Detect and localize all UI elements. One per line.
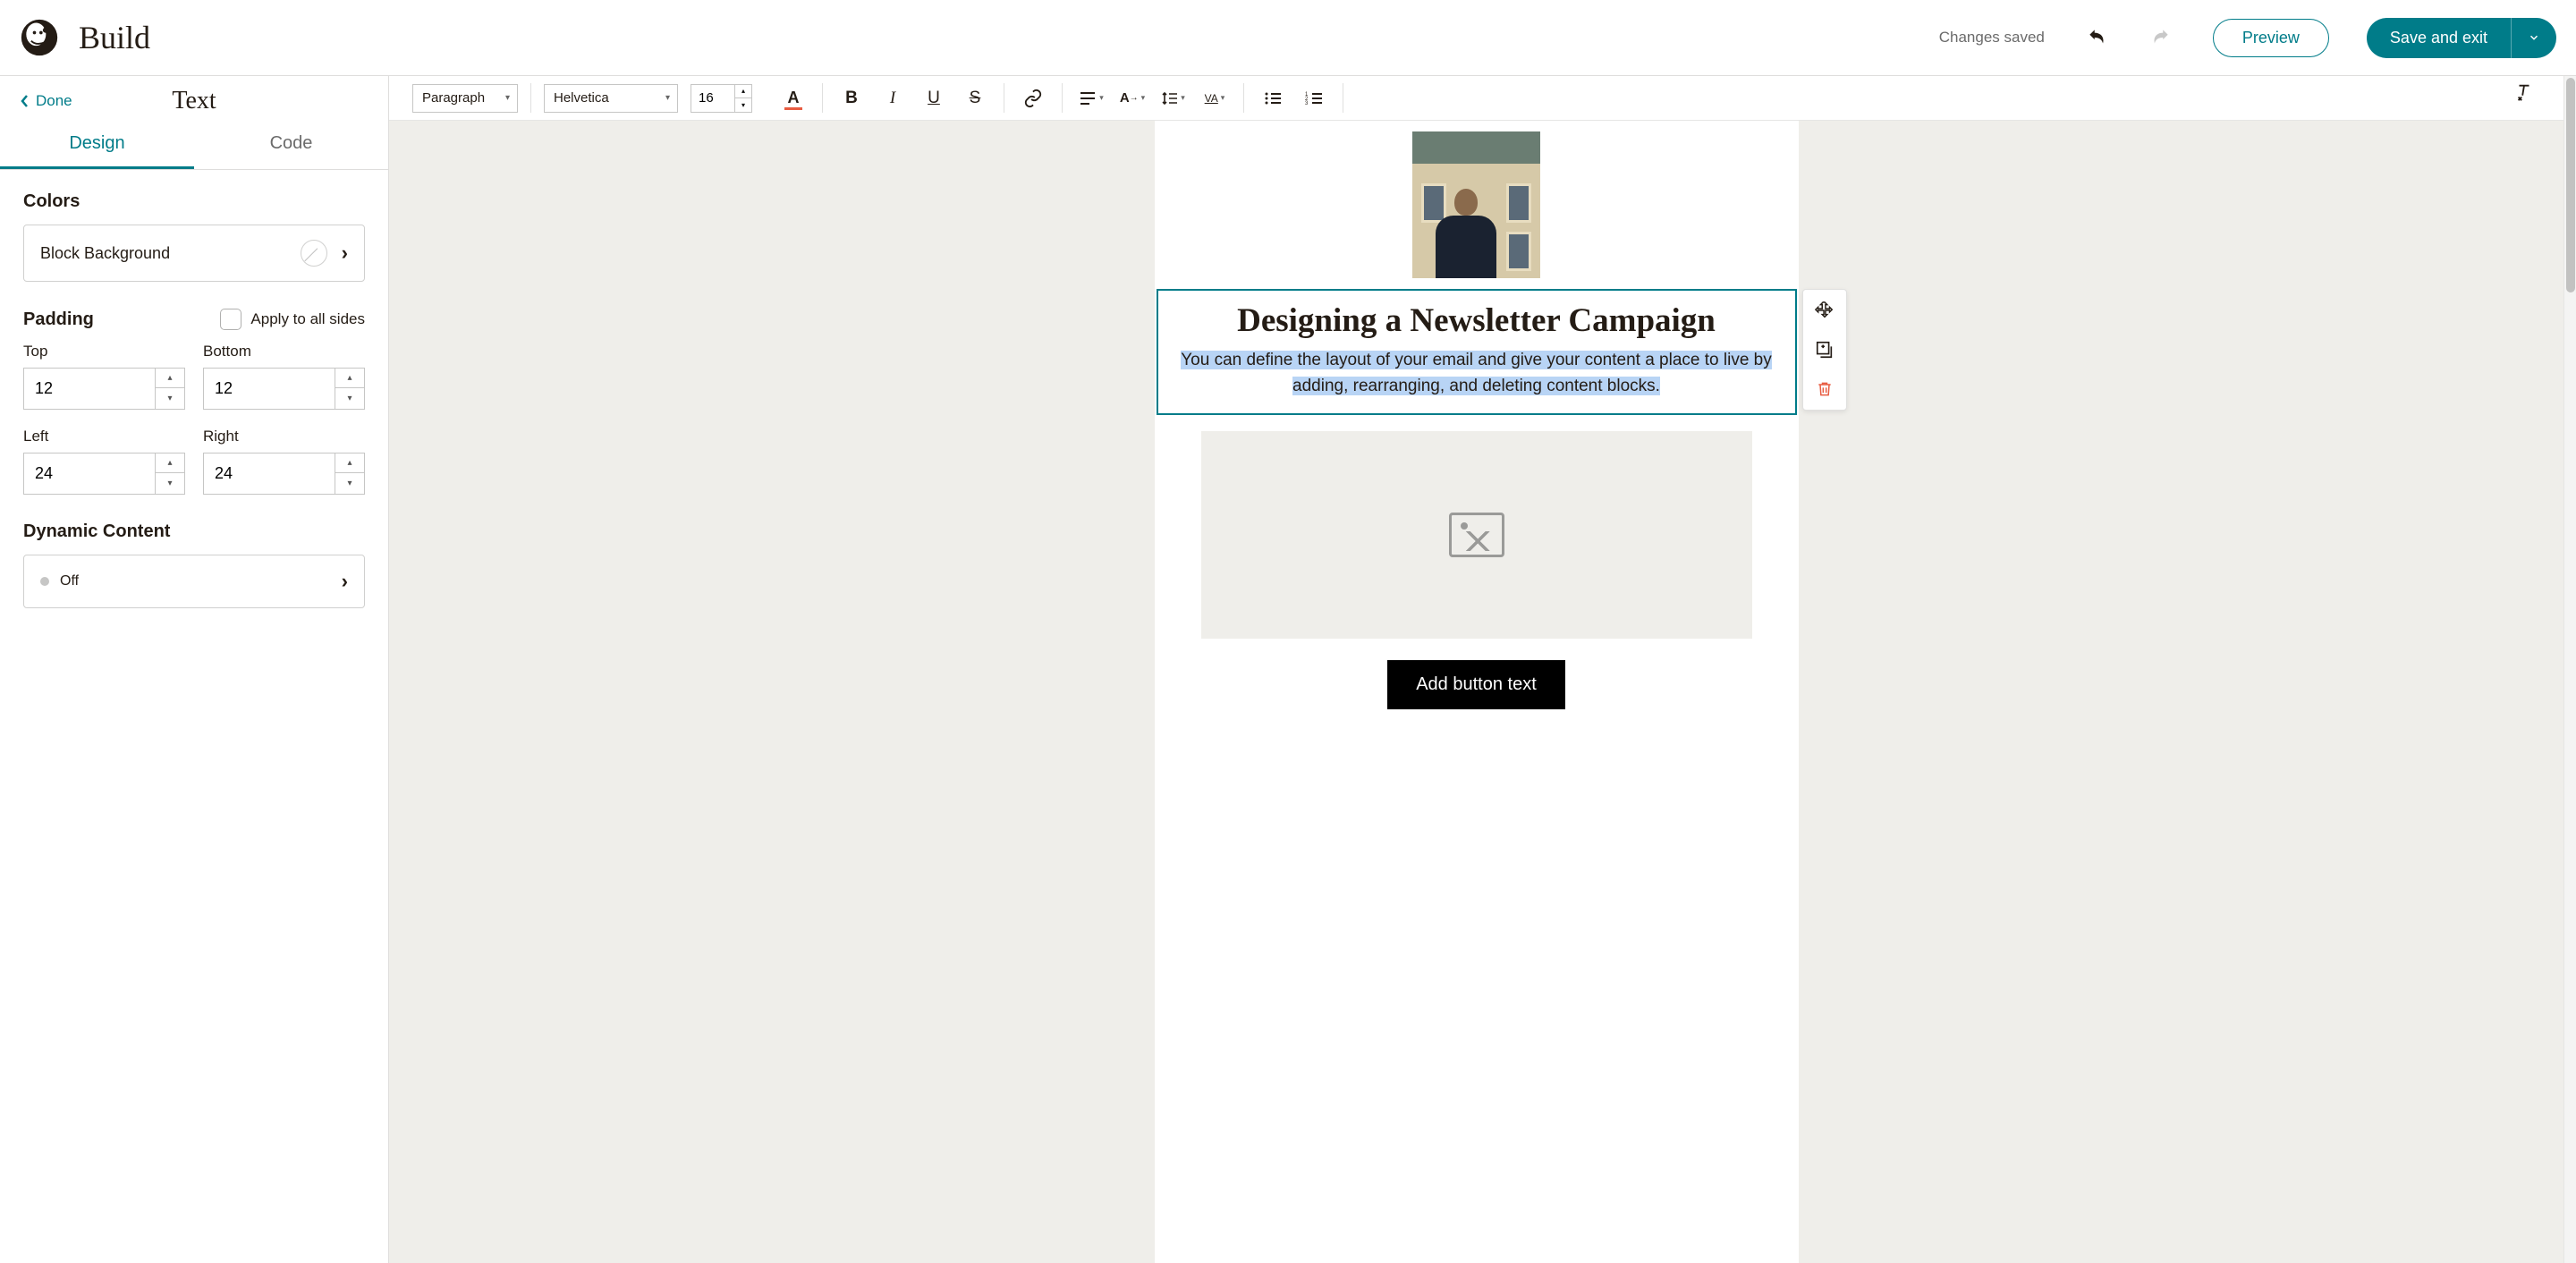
undo-button[interactable]: [2077, 17, 2118, 58]
padding-top-label: Top: [23, 343, 185, 360]
tab-design[interactable]: Design: [0, 121, 194, 169]
font-size-control: ▴ ▾: [691, 84, 752, 113]
link-button[interactable]: [1017, 82, 1049, 114]
numbered-list-button[interactable]: 123: [1298, 82, 1330, 114]
highlighted-text-line1: You can define the layout of your email …: [1181, 351, 1772, 369]
text-color-underline-icon: [784, 107, 802, 110]
preview-button[interactable]: Preview: [2213, 19, 2329, 57]
padding-left-label: Left: [23, 428, 185, 445]
properties-sidebar: Done Text Design Code Colors Block Backg…: [0, 76, 389, 1263]
colors-section-label: Colors: [23, 191, 365, 212]
save-status-text: Changes saved: [1939, 29, 2045, 47]
page-scrollbar[interactable]: [2563, 76, 2576, 1263]
highlighted-text-line2: adding, rearranging, and deleting conten…: [1292, 377, 1660, 395]
padding-left-input[interactable]: [24, 453, 155, 494]
padding-top-step-down[interactable]: ▾: [156, 388, 184, 408]
image-placeholder-block[interactable]: [1201, 431, 1752, 639]
bulleted-list-button[interactable]: [1257, 82, 1289, 114]
dynamic-content-section-label: Dynamic Content: [23, 521, 365, 542]
padding-bottom-input[interactable]: [204, 369, 335, 409]
padding-bottom-step-down[interactable]: ▾: [335, 388, 364, 408]
apply-all-sides-checkbox[interactable]: [220, 309, 242, 330]
text-block-heading[interactable]: Designing a Newsletter Campaign: [1180, 301, 1774, 341]
padding-bottom-step-up[interactable]: ▴: [335, 369, 364, 388]
move-block-button[interactable]: [1811, 297, 1838, 324]
block-floating-toolbar: [1802, 289, 1847, 411]
chevron-down-icon: ▾: [505, 93, 510, 103]
button-block[interactable]: Add button text: [1387, 660, 1565, 709]
dynamic-content-row[interactable]: Off: [23, 555, 365, 608]
hero-image-block[interactable]: [1412, 131, 1540, 278]
apply-all-sides-control[interactable]: Apply to all sides: [220, 309, 365, 330]
svg-text:3: 3: [1305, 101, 1309, 106]
padding-section-label: Padding: [23, 309, 94, 330]
selected-text-block[interactable]: Designing a Newsletter Campaign You can …: [1157, 289, 1797, 415]
done-button-label: Done: [36, 92, 72, 110]
paragraph-style-value: Paragraph: [422, 90, 485, 106]
save-and-exit-button[interactable]: Save and exit: [2367, 18, 2511, 58]
chevron-down-icon: ▾: [1181, 93, 1185, 103]
italic-button[interactable]: I: [877, 82, 909, 114]
email-body: Designing a Newsletter Campaign You can …: [1155, 121, 1799, 1263]
padding-left-step-down[interactable]: ▾: [156, 473, 184, 493]
font-size-input[interactable]: [691, 85, 734, 112]
text-format-toolbar: Paragraph ▾ Helvetica ▾ ▴: [389, 76, 2563, 121]
dynamic-content-value: Off: [60, 573, 79, 589]
brand-title: Build: [79, 19, 150, 56]
mailchimp-logo-icon: [20, 18, 59, 57]
chevron-down-icon: ▾: [1099, 93, 1104, 103]
bold-button[interactable]: B: [835, 82, 868, 114]
status-dot-off-icon: [40, 577, 49, 586]
strikethrough-button[interactable]: S: [959, 82, 991, 114]
apply-all-sides-label: Apply to all sides: [250, 310, 365, 328]
font-family-value: Helvetica: [554, 90, 609, 106]
chevron-down-icon: ▾: [1221, 93, 1225, 103]
line-height-button[interactable]: ▾: [1157, 82, 1190, 114]
chevron-down-icon: ▾: [665, 93, 670, 103]
font-size-step-up[interactable]: ▴: [735, 85, 751, 98]
padding-right-label: Right: [203, 428, 365, 445]
scrollbar-thumb[interactable]: [2566, 78, 2575, 292]
save-options-dropdown[interactable]: [2511, 18, 2556, 58]
done-button[interactable]: Done: [20, 92, 72, 110]
image-placeholder-icon: [1449, 513, 1504, 557]
padding-left-step-up[interactable]: ▴: [156, 453, 184, 473]
text-color-button[interactable]: A: [777, 82, 809, 114]
chevron-down-icon: ▾: [1141, 93, 1146, 103]
sidebar-tabs: Design Code: [0, 121, 388, 170]
panel-title: Text: [172, 87, 216, 115]
delete-block-button[interactable]: [1811, 376, 1838, 403]
underline-button[interactable]: U: [918, 82, 950, 114]
text-block-paragraph[interactable]: You can define the layout of your email …: [1180, 348, 1774, 399]
padding-bottom-label: Bottom: [203, 343, 365, 360]
align-button[interactable]: ▾: [1075, 82, 1107, 114]
clear-formatting-button[interactable]: [2508, 76, 2540, 108]
padding-right-input[interactable]: [204, 453, 335, 494]
redo-button[interactable]: [2140, 17, 2181, 58]
letter-spacing-button[interactable]: VA ▾: [1199, 82, 1231, 114]
padding-top-input[interactable]: [24, 369, 155, 409]
block-background-label: Block Background: [40, 244, 170, 263]
block-background-row[interactable]: Block Background: [23, 225, 365, 282]
chevron-right-icon: [342, 242, 348, 265]
chevron-right-icon: [342, 570, 348, 593]
no-color-swatch-icon: [301, 240, 327, 267]
tab-code[interactable]: Code: [194, 121, 388, 169]
paragraph-style-select[interactable]: Paragraph ▾: [412, 84, 518, 113]
text-direction-button[interactable]: A→ ▾: [1116, 82, 1148, 114]
duplicate-block-button[interactable]: [1811, 336, 1838, 363]
padding-top-step-up[interactable]: ▴: [156, 369, 184, 388]
padding-right-step-down[interactable]: ▾: [335, 473, 364, 493]
canvas-area[interactable]: Designing a Newsletter Campaign You can …: [389, 121, 2563, 1263]
font-size-step-down[interactable]: ▾: [735, 98, 751, 112]
padding-right-step-up[interactable]: ▴: [335, 453, 364, 473]
font-family-select[interactable]: Helvetica ▾: [544, 84, 678, 113]
top-header: Build Changes saved Preview Save and exi…: [0, 0, 2576, 76]
